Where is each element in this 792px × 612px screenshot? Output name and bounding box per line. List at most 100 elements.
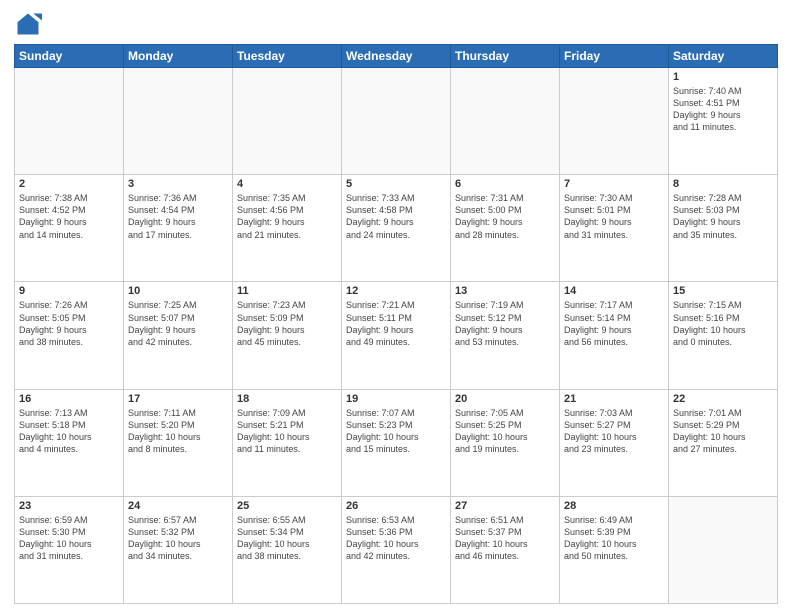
day-info: Sunrise: 7:03 AM Sunset: 5:27 PM Dayligh…: [564, 407, 664, 456]
day-info: Sunrise: 7:40 AM Sunset: 4:51 PM Dayligh…: [673, 85, 773, 134]
day-cell: 5 Sunrise: 7:33 AM Sunset: 4:58 PM Daylig…: [342, 175, 451, 282]
day-number: 10: [128, 285, 228, 297]
day-header-saturday: Saturday: [669, 45, 778, 68]
day-number: 7: [564, 178, 664, 190]
week-row-1: 2 Sunrise: 7:38 AM Sunset: 4:52 PM Daylig…: [15, 175, 778, 282]
logo-icon: [14, 10, 42, 38]
day-cell: [342, 68, 451, 175]
day-header-thursday: Thursday: [451, 45, 560, 68]
day-cell: 1 Sunrise: 7:40 AM Sunset: 4:51 PM Daylig…: [669, 68, 778, 175]
header: [14, 10, 778, 38]
day-number: 2: [19, 178, 119, 190]
day-cell: 22Sunrise: 7:01 AM Sunset: 5:29 PM Dayli…: [669, 389, 778, 496]
day-number: 12: [346, 285, 446, 297]
day-info: Sunrise: 7:26 AM Sunset: 5:05 PM Dayligh…: [19, 299, 119, 348]
page: SundayMondayTuesdayWednesdayThursdayFrid…: [0, 0, 792, 612]
day-header-monday: Monday: [124, 45, 233, 68]
day-number: 28: [564, 500, 664, 512]
day-info: Sunrise: 7:19 AM Sunset: 5:12 PM Dayligh…: [455, 299, 555, 348]
day-info: Sunrise: 7:28 AM Sunset: 5:03 PM Dayligh…: [673, 192, 773, 241]
day-cell: 25 Sunrise: 6:55 AM Sunset: 5:34 PM Dayli…: [233, 496, 342, 603]
day-info: Sunrise: 7:09 AM Sunset: 5:21 PM Dayligh…: [237, 407, 337, 456]
day-number: 9: [19, 285, 119, 297]
day-info: Sunrise: 7:25 AM Sunset: 5:07 PM Dayligh…: [128, 299, 228, 348]
day-info: Sunrise: 7:30 AM Sunset: 5:01 PM Dayligh…: [564, 192, 664, 241]
day-info: Sunrise: 7:07 AM Sunset: 5:23 PM Dayligh…: [346, 407, 446, 456]
week-row-2: 9 Sunrise: 7:26 AM Sunset: 5:05 PM Daylig…: [15, 282, 778, 389]
day-number: 16: [19, 393, 119, 405]
day-cell: 15 Sunrise: 7:15 AM Sunset: 5:16 PM Dayli…: [669, 282, 778, 389]
day-cell: 27 Sunrise: 6:51 AM Sunset: 5:37 PM Dayli…: [451, 496, 560, 603]
day-cell: 20 Sunrise: 7:05 AM Sunset: 5:25 PM Dayli…: [451, 389, 560, 496]
day-cell: 6 Sunrise: 7:31 AM Sunset: 5:00 PM Daylig…: [451, 175, 560, 282]
day-header-friday: Friday: [560, 45, 669, 68]
day-number: 18: [237, 393, 337, 405]
day-number: 13: [455, 285, 555, 297]
day-cell: 12 Sunrise: 7:21 AM Sunset: 5:11 PM Dayli…: [342, 282, 451, 389]
day-cell: 19 Sunrise: 7:07 AM Sunset: 5:23 PM Dayli…: [342, 389, 451, 496]
day-number: 26: [346, 500, 446, 512]
day-number: 19: [346, 393, 446, 405]
week-row-0: 1 Sunrise: 7:40 AM Sunset: 4:51 PM Daylig…: [15, 68, 778, 175]
day-cell: [233, 68, 342, 175]
day-number: 4: [237, 178, 337, 190]
day-cell: [669, 496, 778, 603]
day-number: 27: [455, 500, 555, 512]
day-number: 21: [564, 393, 664, 405]
day-cell: 3 Sunrise: 7:36 AM Sunset: 4:54 PM Daylig…: [124, 175, 233, 282]
day-cell: [124, 68, 233, 175]
day-number: 17: [128, 393, 228, 405]
calendar-table: SundayMondayTuesdayWednesdayThursdayFrid…: [14, 44, 778, 604]
day-cell: [451, 68, 560, 175]
day-info: Sunrise: 6:57 AM Sunset: 5:32 PM Dayligh…: [128, 514, 228, 563]
logo: [14, 10, 46, 38]
day-cell: 14 Sunrise: 7:17 AM Sunset: 5:14 PM Dayli…: [560, 282, 669, 389]
day-number: 15: [673, 285, 773, 297]
day-info: Sunrise: 7:01 AM Sunset: 5:29 PM Dayligh…: [673, 407, 773, 456]
day-cell: 23Sunrise: 6:59 AM Sunset: 5:30 PM Dayli…: [15, 496, 124, 603]
day-cell: [560, 68, 669, 175]
day-info: Sunrise: 7:11 AM Sunset: 5:20 PM Dayligh…: [128, 407, 228, 456]
day-number: 8: [673, 178, 773, 190]
day-cell: 17 Sunrise: 7:11 AM Sunset: 5:20 PM Dayli…: [124, 389, 233, 496]
day-header-wednesday: Wednesday: [342, 45, 451, 68]
day-header-sunday: Sunday: [15, 45, 124, 68]
day-number: 25: [237, 500, 337, 512]
day-cell: 9 Sunrise: 7:26 AM Sunset: 5:05 PM Daylig…: [15, 282, 124, 389]
day-info: Sunrise: 7:17 AM Sunset: 5:14 PM Dayligh…: [564, 299, 664, 348]
day-cell: 7 Sunrise: 7:30 AM Sunset: 5:01 PM Daylig…: [560, 175, 669, 282]
day-info: Sunrise: 7:05 AM Sunset: 5:25 PM Dayligh…: [455, 407, 555, 456]
day-info: Sunrise: 7:21 AM Sunset: 5:11 PM Dayligh…: [346, 299, 446, 348]
week-row-4: 23Sunrise: 6:59 AM Sunset: 5:30 PM Dayli…: [15, 496, 778, 603]
day-info: Sunrise: 7:15 AM Sunset: 5:16 PM Dayligh…: [673, 299, 773, 348]
day-info: Sunrise: 7:35 AM Sunset: 4:56 PM Dayligh…: [237, 192, 337, 241]
day-info: Sunrise: 6:51 AM Sunset: 5:37 PM Dayligh…: [455, 514, 555, 563]
day-info: Sunrise: 6:55 AM Sunset: 5:34 PM Dayligh…: [237, 514, 337, 563]
day-number: 3: [128, 178, 228, 190]
day-cell: 11Sunrise: 7:23 AM Sunset: 5:09 PM Dayli…: [233, 282, 342, 389]
day-cell: 8 Sunrise: 7:28 AM Sunset: 5:03 PM Daylig…: [669, 175, 778, 282]
day-cell: 28 Sunrise: 6:49 AM Sunset: 5:39 PM Dayli…: [560, 496, 669, 603]
week-row-3: 16Sunrise: 7:13 AM Sunset: 5:18 PM Dayli…: [15, 389, 778, 496]
day-info: Sunrise: 6:59 AM Sunset: 5:30 PM Dayligh…: [19, 514, 119, 563]
day-info: Sunrise: 7:33 AM Sunset: 4:58 PM Dayligh…: [346, 192, 446, 241]
day-info: Sunrise: 7:31 AM Sunset: 5:00 PM Dayligh…: [455, 192, 555, 241]
day-cell: [15, 68, 124, 175]
day-number: 24: [128, 500, 228, 512]
day-info: Sunrise: 7:38 AM Sunset: 4:52 PM Dayligh…: [19, 192, 119, 241]
day-number: 1: [673, 71, 773, 83]
day-number: 5: [346, 178, 446, 190]
day-cell: 10 Sunrise: 7:25 AM Sunset: 5:07 PM Dayli…: [124, 282, 233, 389]
day-info: Sunrise: 7:36 AM Sunset: 4:54 PM Dayligh…: [128, 192, 228, 241]
day-cell: 24 Sunrise: 6:57 AM Sunset: 5:32 PM Dayli…: [124, 496, 233, 603]
day-number: 20: [455, 393, 555, 405]
day-info: Sunrise: 6:49 AM Sunset: 5:39 PM Dayligh…: [564, 514, 664, 563]
day-number: 14: [564, 285, 664, 297]
header-row: SundayMondayTuesdayWednesdayThursdayFrid…: [15, 45, 778, 68]
day-header-tuesday: Tuesday: [233, 45, 342, 68]
day-cell: 16Sunrise: 7:13 AM Sunset: 5:18 PM Dayli…: [15, 389, 124, 496]
day-cell: 4 Sunrise: 7:35 AM Sunset: 4:56 PM Daylig…: [233, 175, 342, 282]
day-cell: 2 Sunrise: 7:38 AM Sunset: 4:52 PM Daylig…: [15, 175, 124, 282]
day-cell: 21 Sunrise: 7:03 AM Sunset: 5:27 PM Dayli…: [560, 389, 669, 496]
day-number: 6: [455, 178, 555, 190]
